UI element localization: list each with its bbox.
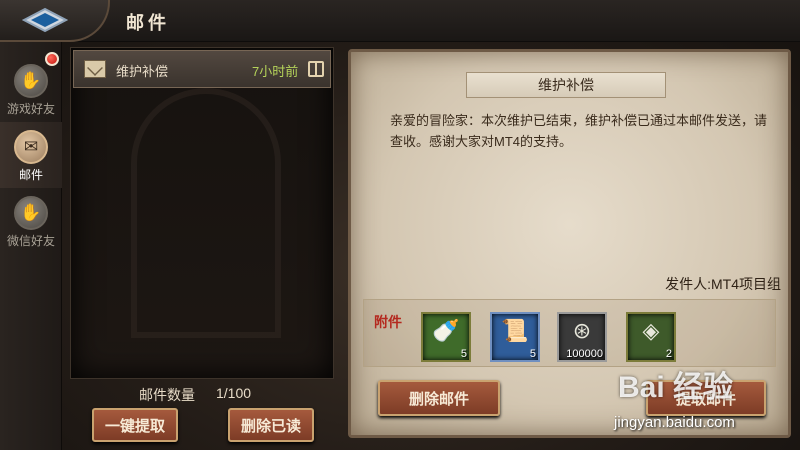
attachment-quantity: 5 [529, 348, 536, 360]
scroll-icon: 📜 [501, 318, 529, 343]
attachments-label: 附件 [374, 314, 402, 330]
claim-all-button[interactable]: 一键提取 [92, 408, 178, 442]
back-diamond-icon [22, 7, 68, 33]
handshake-icon: ✋ [14, 196, 48, 230]
attachment-quantity: 2 [665, 348, 672, 360]
sidebar: ✋ 游戏好友 ✉ 邮件 ✋ 微信好友 [0, 42, 62, 450]
mail-icon: ✉ [14, 130, 48, 164]
handshake-icon: ✋ [14, 64, 48, 98]
green-gem-icon: ◈ [642, 318, 660, 343]
attachments-area: 附件 🍼 5 📜 5 ⊛ 100000 ◈ 2 [363, 299, 776, 367]
mail-count-label: 邮件数量 [139, 387, 195, 403]
mail-body: 亲爱的冒险家：本次维护已结束，维护补偿已通过本邮件发送，请查收。感谢大家对MT4… [390, 113, 768, 149]
mail-count-value: 1/100 [216, 385, 252, 401]
watermark-url: jingyan.baidu.com [614, 414, 735, 431]
tab-game-friends[interactable]: ✋ 游戏好友 [0, 52, 62, 122]
gift-icon [308, 61, 324, 77]
page-title: 邮件 [126, 13, 170, 33]
delete-mail-button[interactable]: 删除邮件 [378, 380, 500, 416]
tab-label: 微信好友 [6, 234, 55, 248]
milk-bottle-icon: 🍼 [432, 318, 460, 343]
top-bar: 邮件 [0, 0, 800, 42]
silver-coin-icon: ⊛ [572, 318, 592, 343]
attachment-slot[interactable]: ◈ 2 [626, 312, 676, 362]
tab-label: 邮件 [18, 168, 43, 182]
mail-subject: 维护补偿 [116, 64, 169, 79]
notification-dot [45, 52, 59, 66]
mail-sender: 发件人:MT4项目组 [665, 276, 781, 292]
attachment-quantity: 100000 [566, 348, 603, 360]
envelope-icon [84, 60, 106, 78]
mail-time: 7小时前 [252, 64, 299, 79]
attachment-slot[interactable]: ⊛ 100000 [557, 312, 607, 362]
watermark-logo: Bai 经验 [618, 371, 734, 404]
mail-detail-subject: 维护补偿 [466, 72, 666, 98]
tab-label: 游戏好友 [6, 102, 55, 116]
attachment-slot[interactable]: 📜 5 [490, 312, 540, 362]
delete-read-button[interactable]: 删除已读 [228, 408, 314, 442]
tab-mail[interactable]: ✉ 邮件 [0, 122, 62, 188]
mail-list-item[interactable]: 维护补偿 7小时前 [73, 50, 331, 88]
tab-wechat-friends[interactable]: ✋ 微信好友 [0, 188, 62, 254]
mail-list-panel: 维护补偿 7小时前 [70, 47, 334, 379]
background-arch [131, 88, 281, 338]
attachment-quantity: 5 [460, 348, 467, 360]
back-button[interactable] [0, 0, 110, 42]
attachment-slot[interactable]: 🍼 5 [421, 312, 471, 362]
